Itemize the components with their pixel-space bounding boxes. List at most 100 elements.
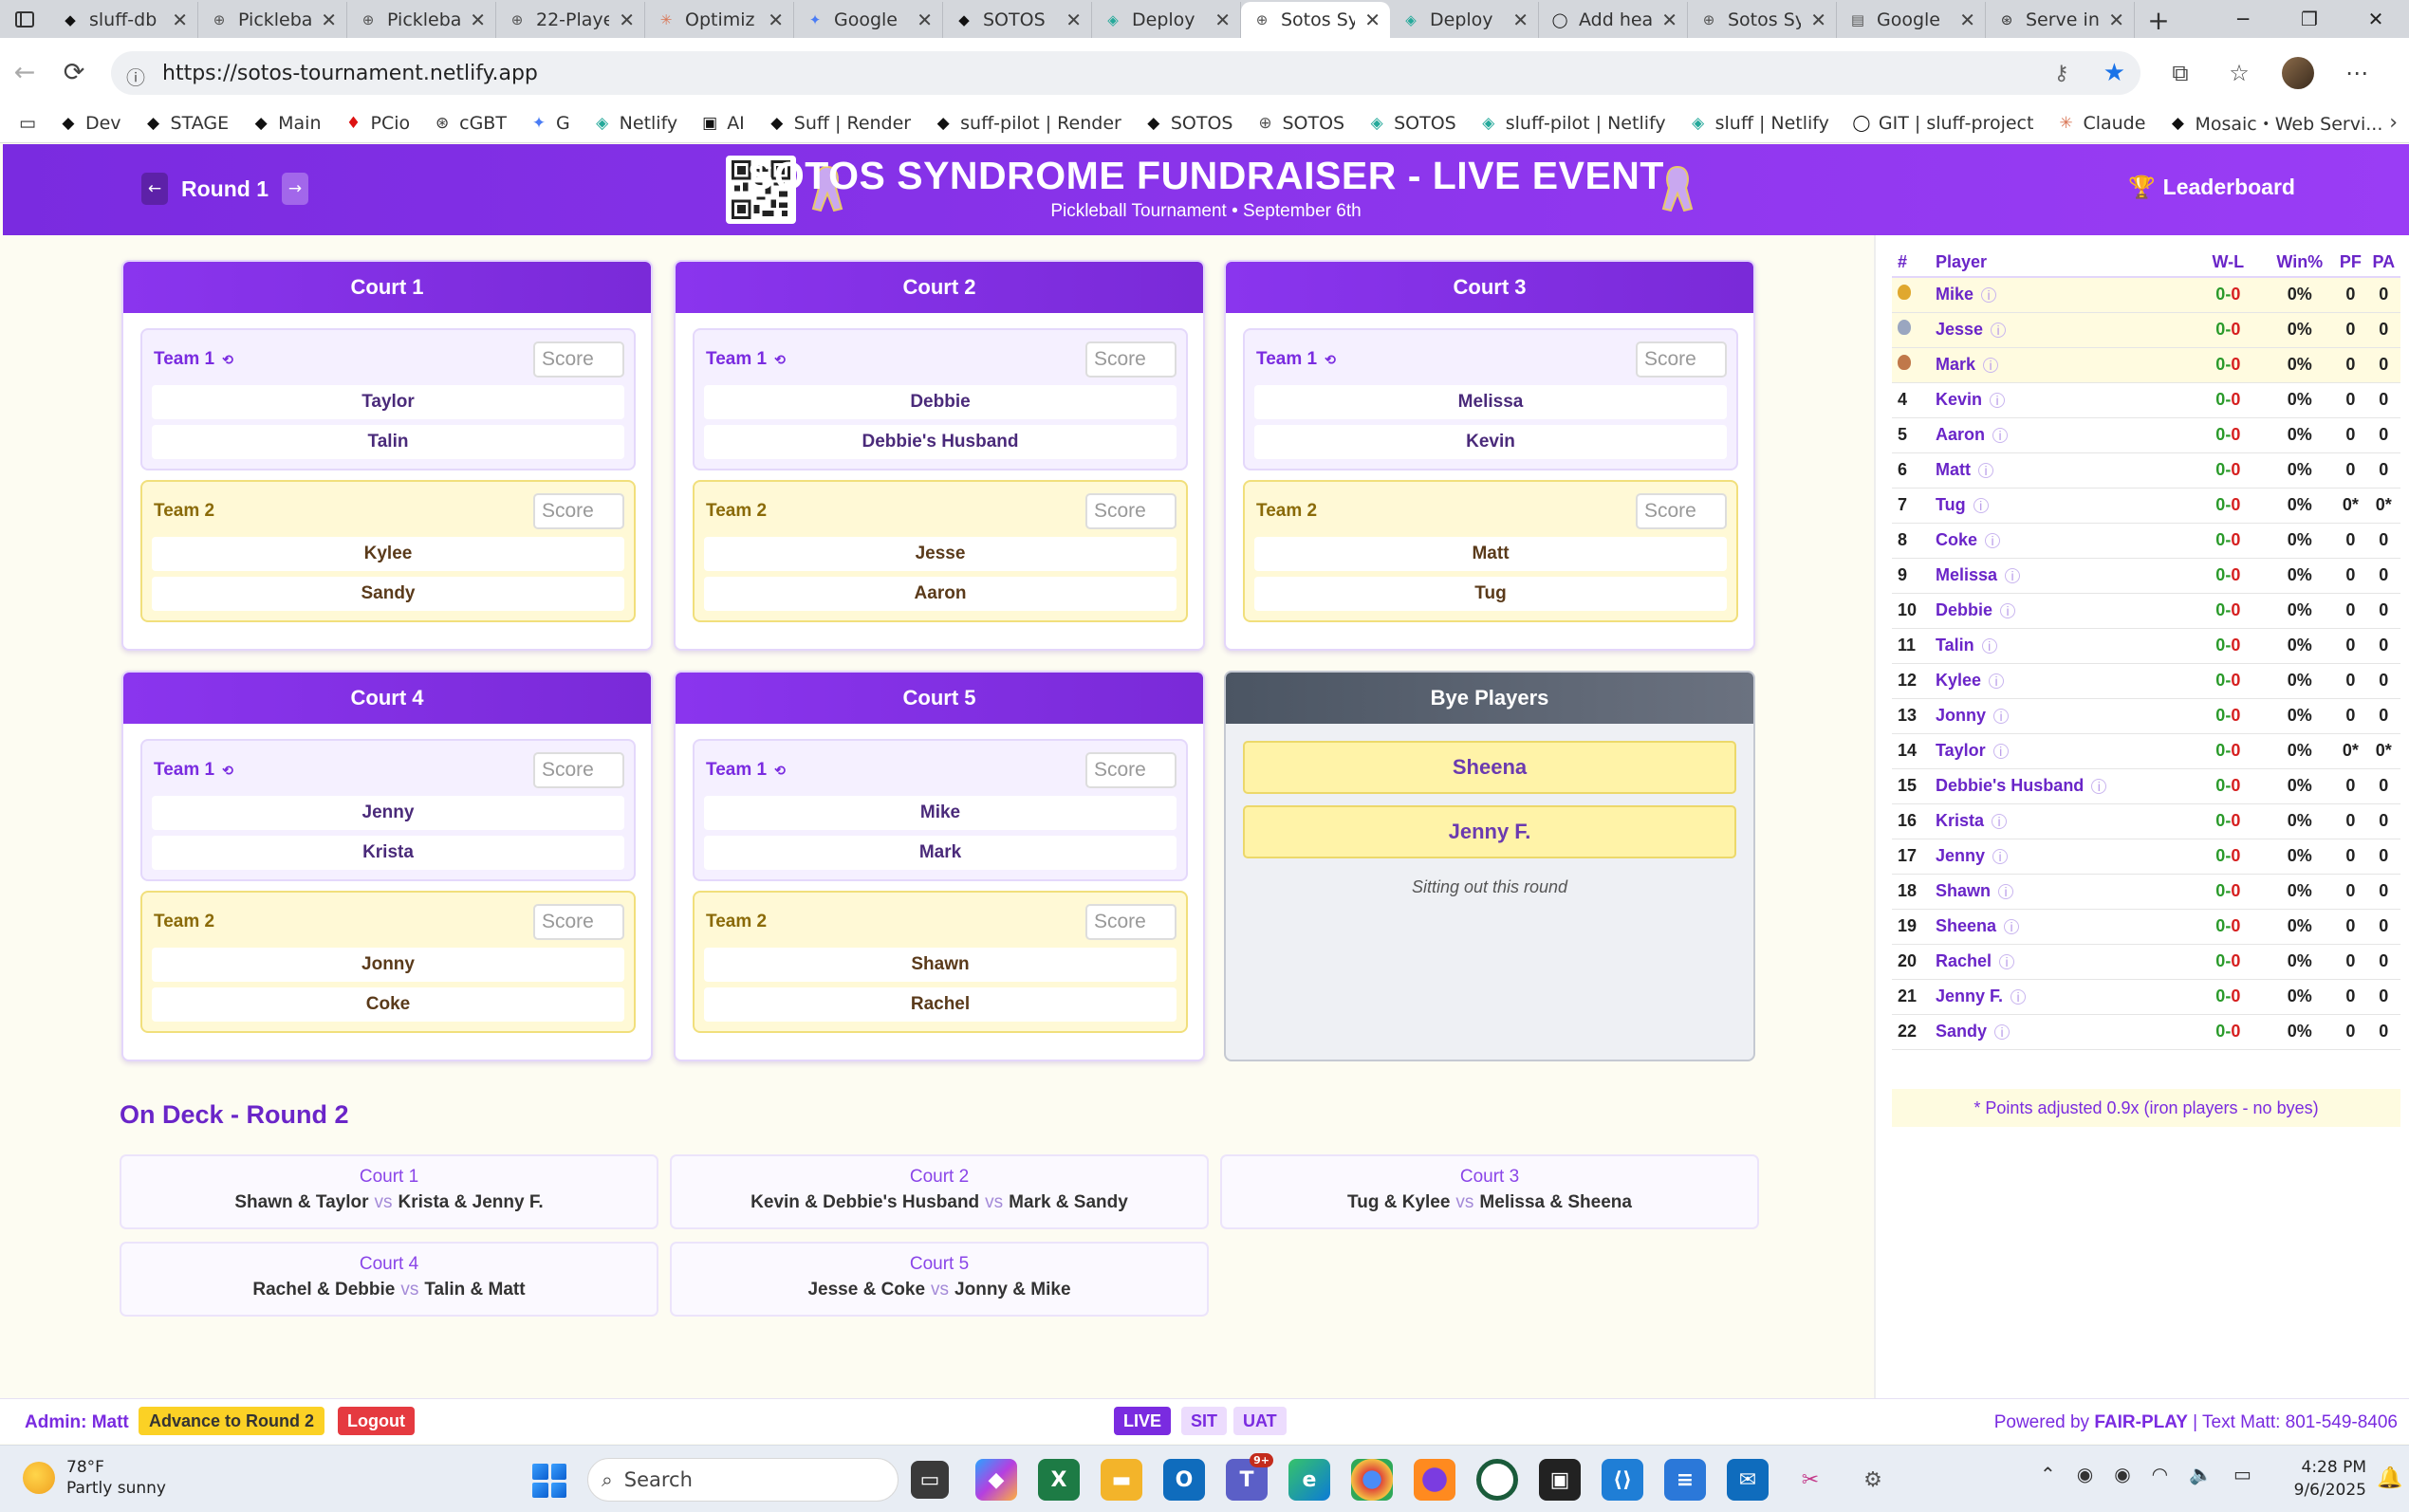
extensions-icon[interactable]: ⧉ bbox=[2159, 60, 2201, 86]
score-input[interactable]: Score bbox=[1636, 493, 1727, 529]
teams-icon[interactable]: T 9+ bbox=[1226, 1453, 1273, 1501]
leaderboard-row[interactable]: 21 Jenny F. i 0-0 0% 0 0 bbox=[1892, 979, 2400, 1015]
bookmark-item[interactable]: ✳ Claude bbox=[2045, 110, 2157, 136]
player-name[interactable]: Sheena bbox=[1936, 916, 1996, 935]
close-tab-icon[interactable]: ✕ bbox=[1512, 9, 1529, 31]
info-icon[interactable]: i bbox=[1989, 673, 2005, 689]
col-pf[interactable]: PF bbox=[2334, 249, 2367, 278]
browser-tab[interactable]: ⊕ Sotos Sy ✕ bbox=[1241, 2, 1390, 38]
player-name[interactable]: Tug bbox=[1936, 495, 1966, 514]
player-cell[interactable]: Debbie's Husband i bbox=[1936, 768, 2192, 804]
player-name[interactable]: Sandy bbox=[1936, 1022, 1987, 1041]
bookmark-item[interactable]: ◆ Dev bbox=[47, 110, 133, 136]
bookmark-item[interactable]: ◈ sluff | Netlify bbox=[1677, 110, 1841, 136]
player-name[interactable]: Debbie's Husband bbox=[1936, 776, 2084, 795]
browser-tab[interactable]: ◈ Deploy ✕ bbox=[1390, 2, 1539, 38]
close-tab-icon[interactable]: ✕ bbox=[2108, 9, 2124, 31]
info-icon[interactable]: i bbox=[1998, 884, 2014, 899]
player-cell[interactable]: Debbie i bbox=[1936, 593, 2192, 629]
leaderboard-row[interactable]: 8 Coke i 0-0 0% 0 0 bbox=[1892, 523, 2400, 559]
score-input[interactable]: Score bbox=[533, 752, 624, 788]
info-icon[interactable]: i bbox=[1981, 638, 1997, 654]
player-name[interactable]: Jesse bbox=[1936, 320, 1983, 339]
info-icon[interactable]: i bbox=[2004, 919, 2020, 934]
powered-brand-link[interactable]: FAIR-PLAY bbox=[2094, 1412, 2188, 1432]
leaderboard-row[interactable]: 22 Sandy i 0-0 0% 0 0 bbox=[1892, 1014, 2400, 1050]
minimize-icon[interactable]: ─ bbox=[2210, 0, 2276, 38]
close-tab-icon[interactable]: ✕ bbox=[470, 9, 486, 31]
close-tab-icon[interactable]: ✕ bbox=[768, 9, 784, 31]
player-name[interactable]: Shawn bbox=[1936, 881, 1991, 900]
bookmark-item[interactable]: ◈ SOTOS bbox=[1356, 110, 1468, 136]
env-live-button[interactable]: LIVE bbox=[1114, 1407, 1172, 1435]
leaderboard-row[interactable]: Mark i 0-0 0% 0 0 bbox=[1892, 347, 2400, 383]
player-cell[interactable]: Jesse i bbox=[1936, 312, 2192, 348]
bookmark-item[interactable]: ◆ Suff | Render bbox=[756, 110, 922, 136]
close-tab-icon[interactable]: ✕ bbox=[1066, 9, 1082, 31]
player-name[interactable]: Matt bbox=[1936, 460, 1971, 479]
profile-avatar[interactable] bbox=[2277, 57, 2319, 89]
browser-tab[interactable]: ◈ Deploy ✕ bbox=[1092, 2, 1241, 38]
player-cell[interactable]: Kylee i bbox=[1936, 663, 2192, 699]
browser-tab[interactable]: ⊛ Serve in ✕ bbox=[1986, 2, 2135, 38]
bookmark-item[interactable]: ◆ Mosaic・Web Servi... bbox=[2157, 110, 2394, 136]
back-icon[interactable]: ← bbox=[0, 49, 49, 97]
player-cell[interactable]: Melissa i bbox=[1936, 558, 2192, 594]
leaderboard-row[interactable]: 11 Talin i 0-0 0% 0 0 bbox=[1892, 628, 2400, 664]
browser-tab[interactable]: ✦ Google ✕ bbox=[794, 2, 943, 38]
restore-icon[interactable]: ❐ bbox=[2276, 0, 2343, 38]
info-icon[interactable]: i bbox=[2091, 779, 2107, 794]
info-icon[interactable]: i bbox=[1992, 814, 2008, 829]
key-icon[interactable]: ⚷ bbox=[2054, 62, 2069, 85]
outlook-icon[interactable]: O bbox=[1163, 1459, 1205, 1501]
score-input[interactable]: Score bbox=[1636, 341, 1727, 378]
leaderboard-row[interactable]: 12 Kylee i 0-0 0% 0 0 bbox=[1892, 663, 2400, 699]
close-window-icon[interactable]: ✕ bbox=[2343, 0, 2409, 38]
volume-icon[interactable]: 🔈 bbox=[2189, 1463, 2213, 1485]
info-icon[interactable]: i bbox=[1983, 358, 1999, 373]
score-input[interactable]: Score bbox=[533, 904, 624, 940]
info-icon[interactable]: i bbox=[1994, 1024, 2011, 1040]
browser-tab[interactable]: ⊕ 22-Player ✕ bbox=[496, 2, 645, 38]
close-tab-icon[interactable]: ✕ bbox=[619, 9, 635, 31]
player-name[interactable]: Mike bbox=[1936, 285, 1974, 304]
player-name[interactable]: Rachel bbox=[1936, 951, 1992, 970]
score-input[interactable]: Score bbox=[533, 493, 624, 529]
terminal-icon[interactable]: ▣ bbox=[1539, 1459, 1581, 1501]
bookmark-item[interactable]: ◯ GIT | sluff-project bbox=[1841, 110, 2046, 136]
player-cell[interactable]: Talin i bbox=[1936, 628, 2192, 664]
leaderboard-row[interactable]: 15 Debbie's Husband i 0-0 0% 0 0 bbox=[1892, 768, 2400, 804]
info-icon[interactable]: i bbox=[1999, 954, 2015, 969]
player-cell[interactable]: Mike i bbox=[1936, 277, 2192, 313]
leaderboard-row[interactable]: 18 Shawn i 0-0 0% 0 0 bbox=[1892, 874, 2400, 910]
leaderboard-row[interactable]: 5 Aaron i 0-0 0% 0 0 bbox=[1892, 417, 2400, 453]
score-input[interactable]: Score bbox=[1085, 752, 1177, 788]
settings-icon[interactable]: ⚙ bbox=[1852, 1459, 1894, 1501]
clock[interactable]: 4:28 PM 9/6/2025 bbox=[2283, 1456, 2366, 1502]
col-pa[interactable]: PA bbox=[2366, 249, 2400, 278]
player-name[interactable]: Debbie bbox=[1936, 600, 1992, 619]
browser-tab[interactable]: ◆ SOTOS ✕ bbox=[943, 2, 1092, 38]
leaderboard-row[interactable]: 4 Kevin i 0-0 0% 0 0 bbox=[1892, 382, 2400, 418]
info-icon[interactable]: i bbox=[1992, 428, 2009, 443]
player-cell[interactable]: Kevin i bbox=[1936, 382, 2192, 418]
close-tab-icon[interactable]: ✕ bbox=[1661, 9, 1677, 31]
close-tab-icon[interactable]: ✕ bbox=[321, 9, 337, 31]
more-menu-icon[interactable]: ⋯ bbox=[2336, 60, 2378, 86]
favorite-star-icon[interactable]: ★ bbox=[2103, 59, 2125, 87]
wifi-icon[interactable]: ◠ bbox=[2152, 1463, 2168, 1485]
leaderboard-button[interactable]: 🏆 Leaderboard bbox=[2128, 175, 2295, 200]
close-tab-icon[interactable]: ✕ bbox=[1214, 9, 1231, 31]
leaderboard-row[interactable]: Mike i 0-0 0% 0 0 bbox=[1892, 277, 2400, 313]
new-tab-button[interactable]: + bbox=[2135, 2, 2182, 38]
col-wl[interactable]: W-L bbox=[2191, 249, 2266, 278]
player-cell[interactable]: Rachel i bbox=[1936, 944, 2192, 980]
snipping-tool-icon[interactable]: ✂ bbox=[1789, 1459, 1831, 1501]
favorites-icon[interactable]: ☆ bbox=[2218, 60, 2260, 86]
info-icon[interactable]: i bbox=[2005, 568, 2021, 583]
player-name[interactable]: Jenny F. bbox=[1936, 986, 2003, 1005]
leaderboard-row[interactable]: 16 Krista i 0-0 0% 0 0 bbox=[1892, 803, 2400, 839]
player-cell[interactable]: Jenny F. i bbox=[1936, 979, 2192, 1015]
close-tab-icon[interactable]: ✕ bbox=[1959, 9, 1975, 31]
logout-button[interactable]: Logout bbox=[338, 1407, 415, 1435]
